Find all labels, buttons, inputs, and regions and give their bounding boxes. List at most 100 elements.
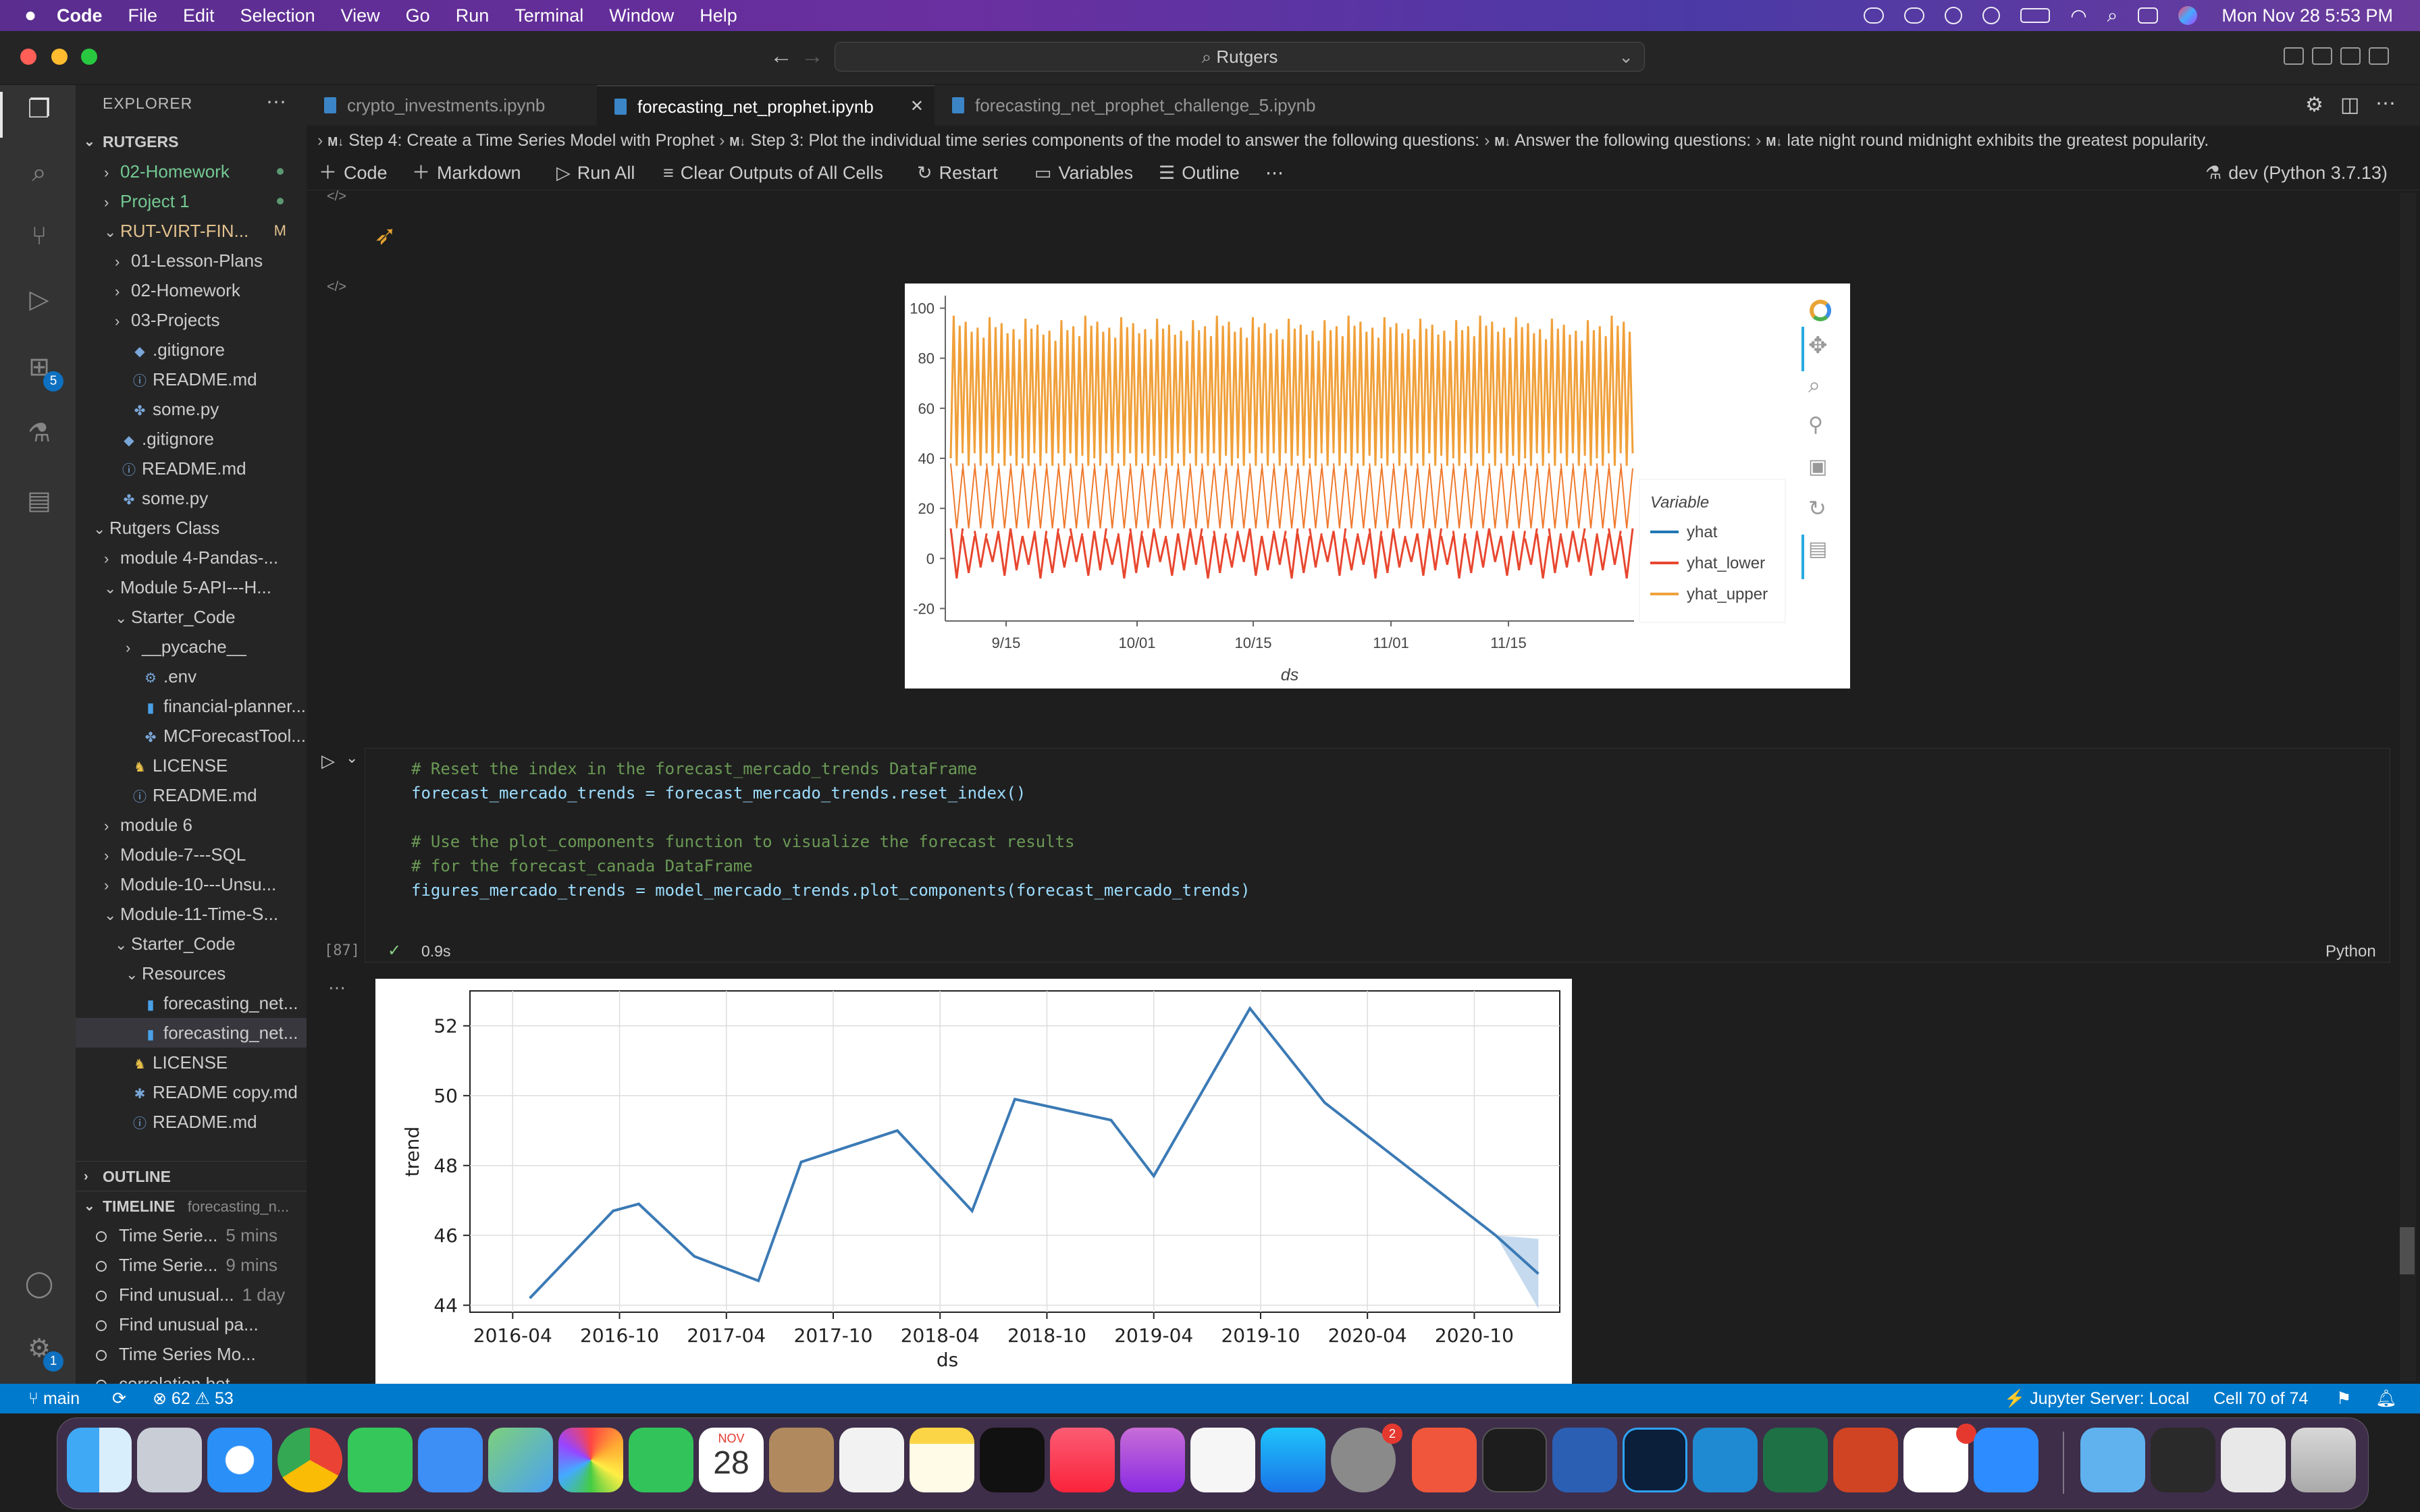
contacts-icon[interactable] <box>769 1428 834 1492</box>
tree-item[interactable]: ♞ LICENSE <box>76 751 307 780</box>
save-tool-icon[interactable]: ▣ <box>1808 455 1827 479</box>
tree-item[interactable]: ⌄ Module 5-API---H... <box>76 572 307 602</box>
timeline-item[interactable]: correlation bet... <box>76 1369 307 1384</box>
tree-item[interactable]: ⌄ Rutgers Class <box>76 513 307 543</box>
timeline-item[interactable]: Find unusual... 1 day <box>76 1280 307 1310</box>
cell-language[interactable]: Python <box>2325 942 2376 961</box>
search-view-icon[interactable]: ⌕ <box>24 158 54 188</box>
gear-icon[interactable]: ⚙ <box>2305 93 2323 117</box>
tree-item[interactable]: › Project 1 <box>76 186 307 216</box>
add-code-cell-button[interactable]: ＋ Code <box>319 155 388 190</box>
add-markdown-cell-button[interactable]: ＋ Markdown <box>412 155 521 190</box>
news-icon[interactable] <box>1190 1428 1255 1492</box>
more-actions-icon[interactable]: ⋯ <box>266 90 286 114</box>
code-cell[interactable]: # Reset the index in the forecast_mercad… <box>365 748 2390 963</box>
toggle-primary-sidebar-icon[interactable] <box>2284 47 2304 65</box>
reset-tool-icon[interactable]: ↻ <box>1808 495 1826 521</box>
menu-terminal[interactable]: Terminal <box>515 5 583 26</box>
trash-icon[interactable] <box>2291 1428 2356 1492</box>
notifications-bell-icon[interactable]: 🔔︎ <box>2375 1384 2397 1413</box>
run-debug-icon[interactable]: ▷ <box>24 285 54 315</box>
close-window-button[interactable] <box>20 49 36 65</box>
breadcrumb-item[interactable]: Answer the following questions: <box>1515 131 1751 150</box>
messages-icon[interactable] <box>348 1428 413 1492</box>
tree-item[interactable]: ◆ .gitignore <box>76 335 307 364</box>
breadcrumb-item[interactable]: Step 3: Plot the individual time series … <box>750 131 1479 150</box>
run-cell-icon[interactable]: ▷ <box>321 751 335 772</box>
holoviews-plot[interactable]: -20 0 20 40 60 80 100 9/15 10/01 10/15 11/01 11/15 d… <box>905 284 1850 688</box>
git-branch[interactable]: ⑂ main <box>28 1384 80 1413</box>
photoshop-icon[interactable] <box>1623 1428 1687 1492</box>
tree-item[interactable]: › Module-7---SQL <box>76 840 307 869</box>
back-arrow-icon[interactable]: ← <box>770 43 793 70</box>
photos-icon[interactable] <box>558 1428 623 1492</box>
recent-windows-icon[interactable] <box>2151 1428 2215 1492</box>
music-icon[interactable] <box>1050 1428 1115 1492</box>
facetime-icon[interactable] <box>629 1428 693 1492</box>
clear-outputs-button[interactable]: ≡ Clear Outputs of All Cells <box>663 155 883 190</box>
close-icon[interactable]: ✕ <box>910 86 924 127</box>
reminders-icon[interactable] <box>839 1428 904 1492</box>
box-zoom-tool-icon[interactable]: ⌕ <box>1808 373 1820 398</box>
tree-item[interactable]: ▮ forecasting_net... <box>76 1018 307 1048</box>
tab-forecasting-challenge[interactable]: forecasting_net_prophet_challenge_5.ipyn… <box>935 85 1353 126</box>
spotlight-icon[interactable]: ⌕ <box>2107 5 2118 27</box>
bokeh-logo-icon[interactable] <box>1810 300 1831 321</box>
zoom-status-icon[interactable] <box>1864 7 1885 24</box>
tree-item[interactable]: › 02-Homework <box>76 275 307 305</box>
menu-window[interactable]: Window <box>609 5 674 26</box>
tree-item[interactable]: ⓘ README.md <box>76 1107 307 1137</box>
tree-item[interactable]: › 03-Projects <box>76 305 307 335</box>
terminal-icon[interactable] <box>1482 1428 1547 1492</box>
editor-scrollbar[interactable] <box>2400 193 2416 1381</box>
tree-item[interactable]: ◆ .gitignore <box>76 424 307 454</box>
tree-item[interactable]: › __pycache__ <box>76 632 307 662</box>
split-editor-icon[interactable]: ◫ <box>2340 93 2359 117</box>
tab-crypto-investments[interactable]: crypto_investments.ipynb <box>307 85 597 126</box>
breadcrumb-item[interactable]: Step 4: Create a Time Series Model with … <box>348 131 714 150</box>
menu-help[interactable]: Help <box>700 5 737 26</box>
battery-icon[interactable] <box>2020 8 2051 23</box>
tab-forecasting-net-prophet[interactable]: forecasting_net_prophet.ipynb ✕ <box>597 85 935 126</box>
tree-item[interactable]: ✱ README copy.md <box>76 1077 307 1107</box>
apple-icon[interactable]: ● <box>24 4 57 27</box>
tree-item[interactable]: ▮ financial-planner... <box>76 691 307 721</box>
pen-app-icon[interactable] <box>1412 1428 1477 1492</box>
jupyter-server-status[interactable]: ⚡ Jupyter Server: Local <box>2004 1384 2189 1413</box>
tree-item[interactable]: ⚙ .env <box>76 662 307 691</box>
wheel-zoom-tool-icon[interactable]: ⚲ <box>1808 413 1823 437</box>
variables-button[interactable]: ▭ Variables <box>1034 155 1133 190</box>
pan-tool-icon[interactable]: ✥ <box>1808 332 1828 359</box>
tree-item[interactable]: › module 4-Pandas-... <box>76 543 307 572</box>
mail-icon[interactable] <box>418 1428 483 1492</box>
tree-item[interactable]: › 02-Homework <box>76 157 307 186</box>
excel-icon[interactable] <box>1763 1428 1828 1492</box>
jupyter-icon[interactable]: ▤ <box>24 486 54 516</box>
vscode-icon[interactable] <box>1693 1428 1758 1492</box>
timeline-item[interactable]: Time Serie... 5 mins <box>76 1220 307 1250</box>
maps-icon[interactable] <box>488 1428 553 1492</box>
explorer-icon[interactable]: ❐ <box>24 94 54 124</box>
zoom-icon[interactable] <box>1974 1428 2038 1492</box>
menu-code[interactable]: Code <box>57 5 103 26</box>
minimize-window-button[interactable] <box>51 49 68 65</box>
tree-item[interactable]: ✤ some.py <box>76 483 307 513</box>
problems-indicator[interactable]: ⊗ 62 ⚠ 53 <box>153 1384 234 1413</box>
run-all-button[interactable]: ▷ Run All <box>556 155 635 190</box>
calendar-icon[interactable]: NOV 28 <box>699 1428 764 1492</box>
kernel-picker[interactable]: ⚗ dev (Python 3.7.13) <box>2205 155 2388 190</box>
workspace-section-header[interactable]: ⌄ RUTGERS <box>76 127 307 157</box>
tree-item[interactable]: ⌄ Starter_Code <box>76 602 307 632</box>
app-store-icon[interactable] <box>1261 1428 1325 1492</box>
toggle-secondary-sidebar-icon[interactable] <box>2340 47 2361 65</box>
tree-item[interactable]: ✤ MCForecastTool... <box>76 721 307 751</box>
tree-item[interactable]: › module 6 <box>76 810 307 840</box>
siri-icon[interactable] <box>2178 6 2198 25</box>
maximize-window-button[interactable] <box>81 49 97 65</box>
command-center-search[interactable]: ⌕ Rutgers ⌄ <box>835 42 1645 72</box>
cell-position[interactable]: Cell 70 of 74 <box>2213 1384 2308 1413</box>
customize-layout-icon[interactable] <box>2369 47 2389 65</box>
podcasts-icon[interactable] <box>1120 1428 1185 1492</box>
timeline-item[interactable]: Find unusual pa... <box>76 1310 307 1339</box>
testing-icon[interactable]: ⚗ <box>24 418 54 448</box>
